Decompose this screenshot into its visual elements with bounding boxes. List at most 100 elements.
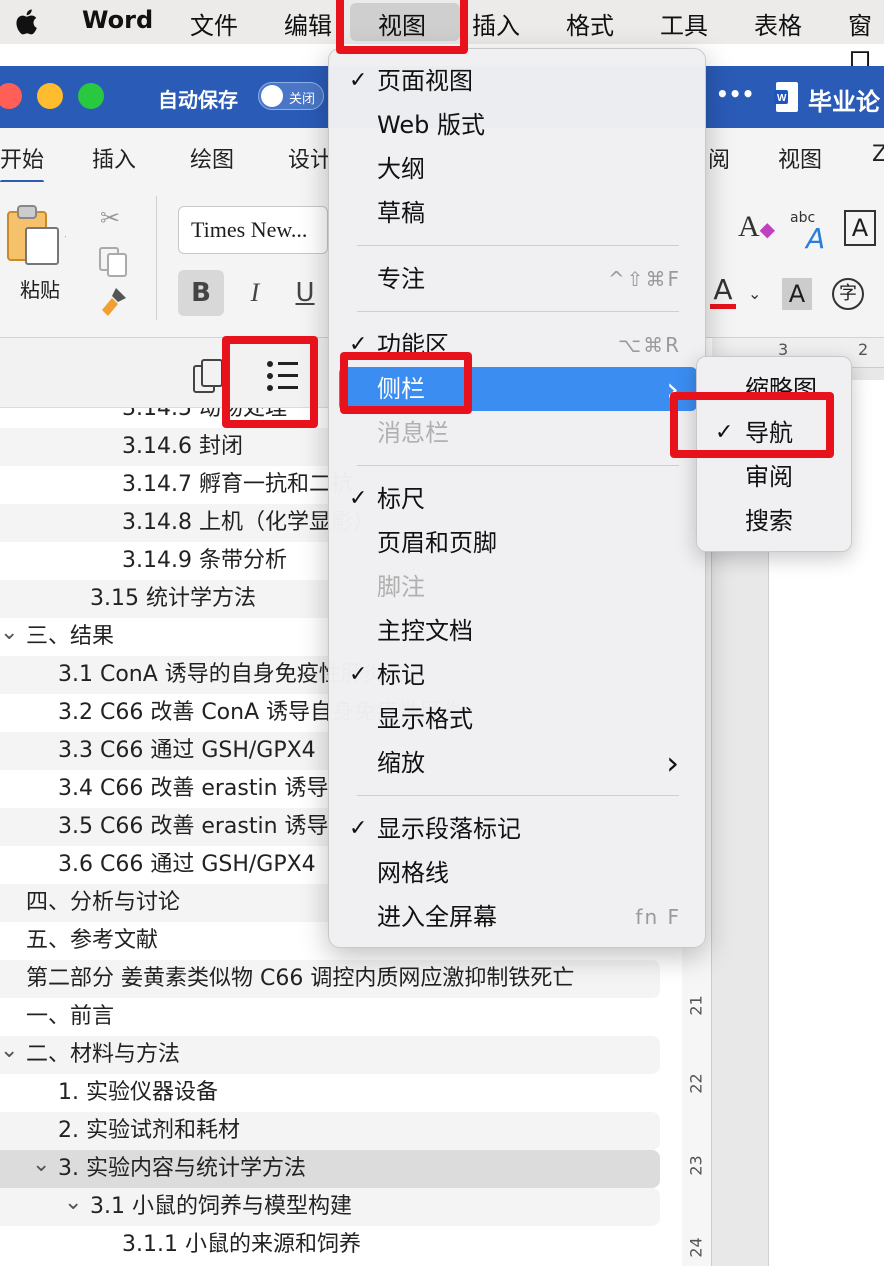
menu-edit[interactable]: 编辑 [284, 6, 332, 41]
menu-item-label: 页面视图 [377, 67, 473, 95]
tab-design[interactable]: 设计 [288, 142, 332, 174]
view-menu-item[interactable]: 专注 ^⇧⌘F [329, 257, 707, 301]
menu-separator [357, 311, 679, 312]
phonetic-guide-button[interactable]: 字 [832, 278, 864, 310]
menu-insert[interactable]: 插入 [472, 6, 520, 41]
nav-heading-item[interactable]: 1. 实验仪器设备 [0, 1074, 660, 1112]
view-menu-item[interactable]: 主控文档 [329, 609, 707, 653]
char-border-button[interactable]: A [844, 210, 876, 246]
nav-heading-item[interactable]: 一、前言 [0, 998, 660, 1036]
tab-draw[interactable]: 绘图 [190, 142, 234, 174]
nav-heading-text: 3.6 C66 通过 GSH/GPX4 [58, 852, 316, 877]
nav-heading-text: 3. 实验内容与统计学方法 [58, 1156, 306, 1181]
ruler-number: 2 [858, 340, 869, 359]
nav-heading-item[interactable]: ⌄ 二、材料与方法 [0, 1036, 660, 1074]
menu-item-label: 网格线 [377, 859, 449, 887]
bold-button[interactable]: B [178, 270, 224, 316]
nav-heading-text: 3.1 小鼠的饲养与模型构建 [90, 1194, 352, 1219]
minimize-window-button[interactable] [37, 83, 63, 109]
annotation-box-view-menu [336, 0, 468, 54]
cut-icon[interactable]: ✂ [100, 204, 120, 232]
tab-insert[interactable]: 插入 [92, 142, 136, 174]
nav-heading-item[interactable]: 第二部分 姜黄素类似物 C66 调控内质网应激抑制铁死亡 [0, 960, 660, 998]
view-menu-item[interactable]: 网格线 [329, 851, 707, 895]
nav-heading-text: 3.14.7 孵育一抗和二抗 [122, 472, 353, 497]
format-painter-icon[interactable] [98, 286, 130, 322]
svg-text:W: W [777, 93, 787, 104]
document-title: 毕业论 [808, 88, 880, 116]
more-options-icon[interactable]: ••• [716, 82, 754, 106]
submenu-item-label: 审阅 [745, 463, 793, 491]
view-menu-item[interactable]: 进入全屏幕 fn F [329, 895, 707, 939]
text-effects-icon[interactable]: A [806, 222, 825, 255]
paste-icon[interactable] [6, 204, 79, 274]
underline-button[interactable]: U [282, 270, 328, 316]
menu-item-label: 消息栏 [377, 419, 449, 447]
view-menu-item[interactable]: 草稿 [329, 191, 707, 235]
view-menu-item[interactable]: 大纲 [329, 147, 707, 191]
font-name-dropdown[interactable]: Times New... [178, 206, 328, 254]
view-menu-item[interactable]: 页眉和页脚 [329, 521, 707, 565]
collapse-chevron-icon[interactable]: ⌄ [32, 1146, 50, 1184]
annotation-box-navigation [670, 392, 834, 458]
menu-tools[interactable]: 工具 [660, 6, 708, 41]
view-menu-item[interactable]: 显示格式 [329, 697, 707, 741]
nav-heading-text: 3.14.6 封闭 [122, 434, 243, 459]
menu-item-label: 主控文档 [377, 617, 473, 645]
nav-heading-item[interactable]: 2. 实验试剂和耗材 [0, 1112, 660, 1150]
menu-shortcut: ⌥⌘R [618, 333, 681, 357]
view-menu-item: 脚注 [329, 565, 707, 609]
view-menu-item[interactable]: Web 版式 [329, 103, 707, 147]
thumbnails-view-icon[interactable] [192, 358, 226, 398]
menu-shortcut: ^⇧⌘F [607, 267, 681, 291]
menu-item-label: 标记 [377, 661, 425, 689]
menu-app-word[interactable]: Word [82, 6, 153, 34]
view-menu-item[interactable]: 缩放 › [329, 741, 707, 785]
paste-label: 粘贴 [20, 278, 60, 302]
checkmark-icon: ✓ [349, 68, 368, 93]
tab-view[interactable]: 视图 [778, 142, 822, 174]
vruler-number: 22 [686, 1073, 706, 1094]
autosave-toggle[interactable]: 关闭 [258, 82, 324, 110]
nav-heading-item[interactable]: ⌄ 3.1 小鼠的饲养与模型构建 [0, 1188, 660, 1226]
sidebar-submenu-item[interactable]: 搜索 [697, 499, 853, 543]
nav-heading-text: 3.14.9 条带分析 [122, 548, 287, 573]
view-menu-item[interactable]: ✓ 显示段落标记 [329, 807, 707, 851]
nav-heading-text: 五、参考文献 [26, 928, 159, 953]
menu-item-label: 专注 [377, 265, 425, 293]
submenu-arrow-icon: › [666, 744, 679, 782]
collapse-chevron-icon[interactable]: ⌄ [0, 614, 18, 652]
view-menu-item[interactable]: ✓ 标记 [329, 653, 707, 697]
view-menu-item[interactable]: ✓ 页面视图 [329, 59, 707, 103]
char-shading-button[interactable]: A [782, 278, 812, 310]
ribbon-divider [156, 196, 157, 320]
menu-file[interactable]: 文件 [190, 6, 238, 41]
italic-button[interactable]: I [232, 270, 278, 316]
apple-logo-icon[interactable] [12, 8, 40, 36]
menu-item-label: 草稿 [377, 199, 425, 227]
nav-heading-item[interactable]: 3.1.1 小鼠的来源和饲养 [0, 1226, 660, 1264]
font-color-chevron-icon[interactable]: ⌄ [748, 284, 761, 303]
menu-format[interactable]: 格式 [566, 6, 614, 41]
tab-review[interactable]: 阅 [708, 142, 730, 174]
menu-shortcut: fn F [635, 905, 681, 929]
copy-icon[interactable] [98, 246, 130, 282]
menu-table[interactable]: 表格 [754, 6, 802, 41]
collapse-chevron-icon[interactable]: ⌄ [64, 1184, 82, 1222]
vruler-number: 24 [686, 1237, 706, 1258]
collapse-chevron-icon[interactable]: ⌄ [0, 1032, 18, 1070]
font-color-button[interactable]: A [710, 276, 736, 309]
nav-heading-text: 3.15 统计学方法 [90, 586, 256, 611]
view-menu-item[interactable]: ✓ 标尺 [329, 477, 707, 521]
tab-home[interactable]: 开始 [0, 142, 45, 184]
menu-item-label: 显示格式 [377, 705, 473, 733]
zoom-window-button[interactable] [78, 83, 104, 109]
tab-more[interactable]: Z [872, 142, 884, 167]
clear-formatting-icon[interactable]: A◆ [738, 210, 775, 244]
sidebar-submenu-item[interactable]: 审阅 [697, 455, 853, 499]
nav-heading-item[interactable]: ⌄ 3. 实验内容与统计学方法 [0, 1150, 660, 1188]
toggle-knob [261, 85, 283, 107]
nav-heading-text: 3.5 C66 改善 erastin 诱导 [58, 814, 329, 839]
nav-heading-text: 3.4 C66 改善 erastin 诱导 [58, 776, 329, 801]
menu-separator [357, 795, 679, 796]
